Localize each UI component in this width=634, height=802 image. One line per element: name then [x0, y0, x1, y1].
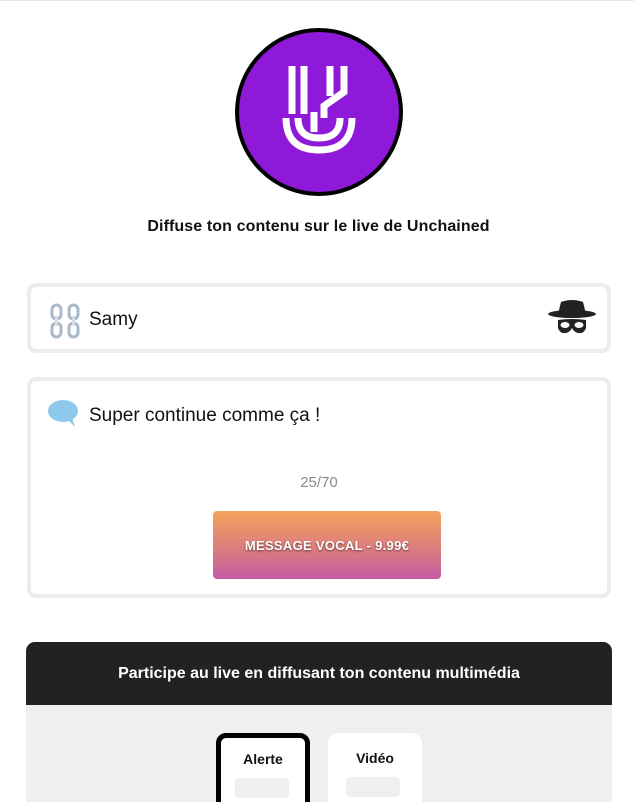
tab-video-label: Vidéo [356, 750, 394, 766]
char-counter: 25/70 [300, 474, 338, 491]
name-input[interactable]: Samy [89, 309, 138, 331]
tab-video[interactable]: Vidéo [328, 733, 422, 802]
page-tagline: Diffuse ton contenu sur le live de Uncha… [147, 218, 490, 235]
tab-video-preview [346, 777, 400, 797]
media-type-tabs: Alerte Vidéo [26, 705, 612, 802]
chain-icon [50, 303, 80, 339]
message-field-card[interactable]: Super continue comme ça ! 25/70 MESSAGE … [27, 377, 611, 598]
unchained-logo-icon [282, 66, 356, 154]
spy-icon[interactable] [547, 298, 597, 338]
tab-alerte[interactable]: Alerte [216, 733, 310, 802]
name-field-card[interactable]: Samy [27, 283, 611, 353]
voice-message-button[interactable]: MESSAGE VOCAL - 9.99€ [213, 511, 441, 579]
media-panel-header: Participe au live en diffusant ton conte… [26, 642, 612, 705]
brand-logo [235, 28, 403, 196]
message-input[interactable]: Super continue comme ça ! [89, 405, 320, 427]
media-panel: Participe au live en diffusant ton conte… [26, 642, 612, 802]
speech-bubble-icon [48, 400, 78, 427]
tab-alerte-preview [235, 778, 289, 798]
tab-alerte-label: Alerte [243, 751, 283, 767]
